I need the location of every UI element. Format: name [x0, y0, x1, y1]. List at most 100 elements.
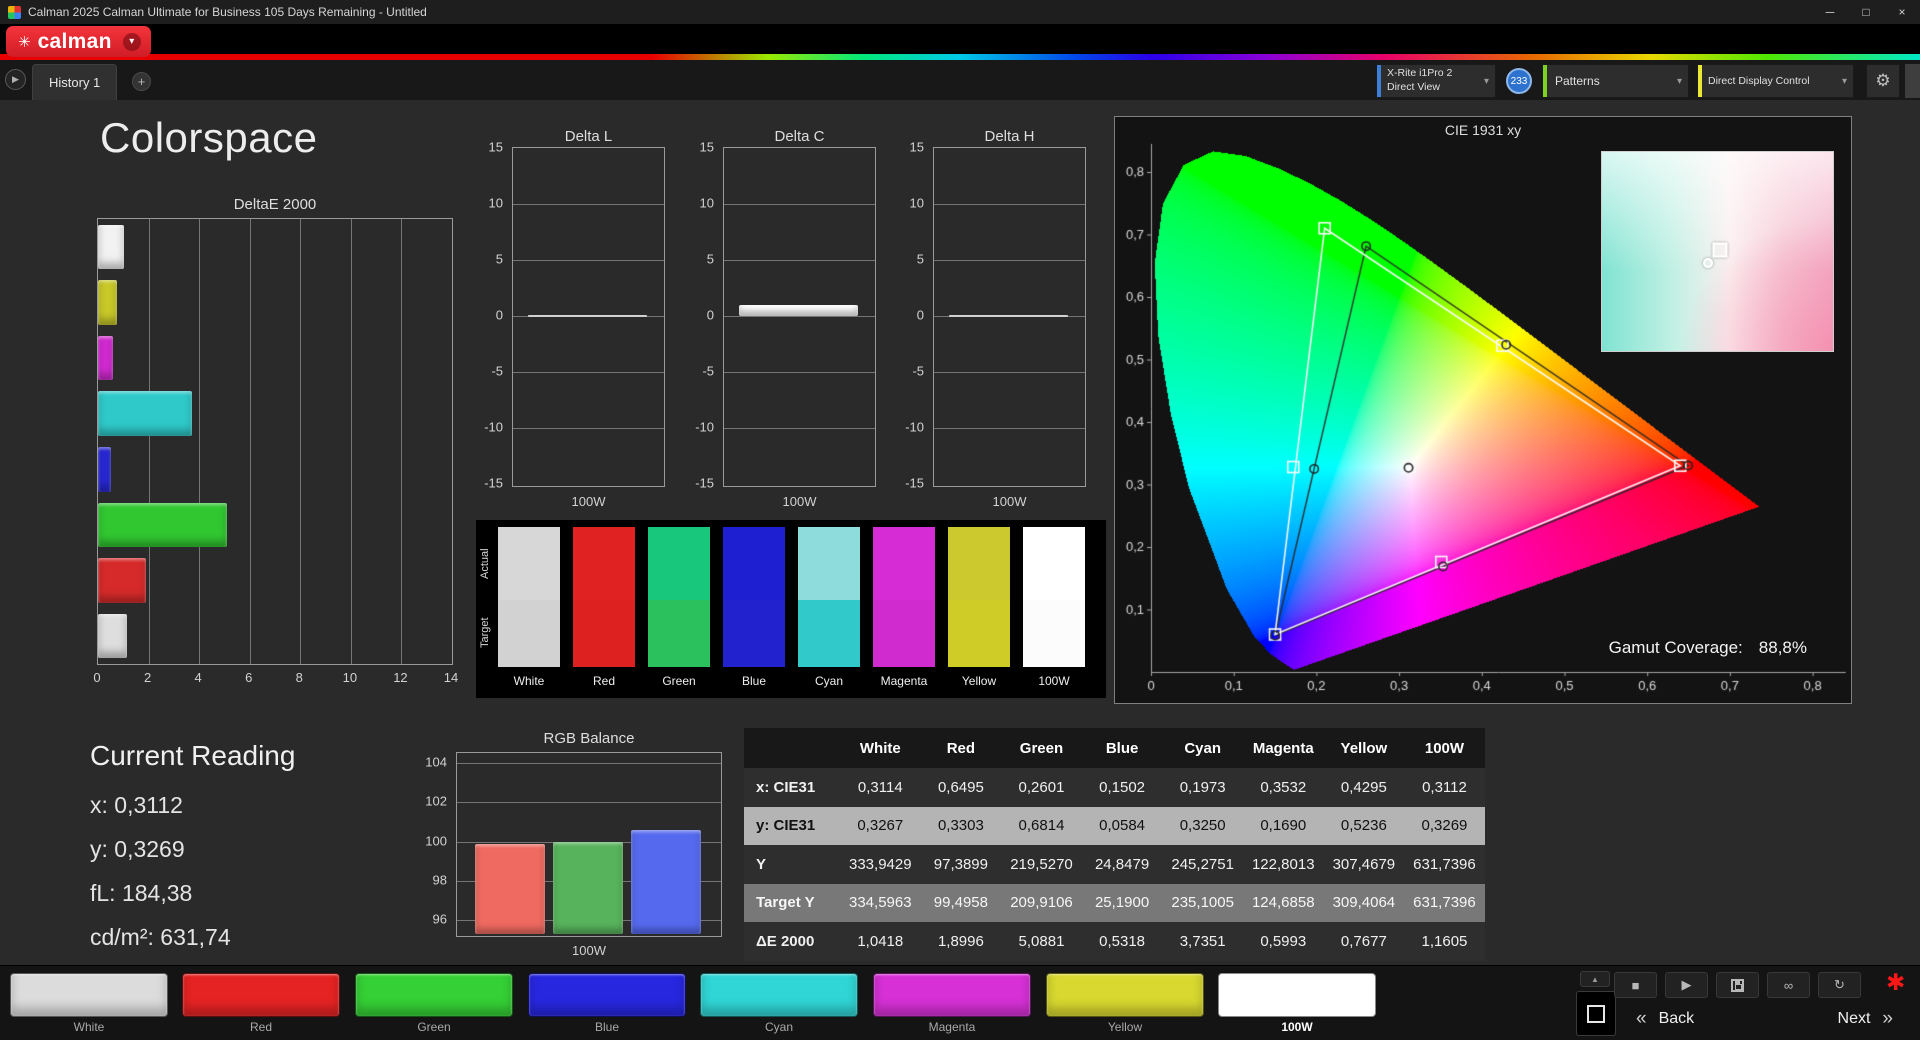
- settings-gear-button[interactable]: ⚙: [1866, 64, 1900, 98]
- table-row-y[interactable]: Y 333,9429 97,3899 219,5270 24,8479 245,2751 1…: [744, 845, 1485, 884]
- deltae-x-axis: 0 2 4 6 8 10 12 14: [93, 670, 458, 686]
- deltae-bar-blue: [98, 447, 112, 492]
- calman-menu-button[interactable]: ✳ calman ▾: [6, 26, 151, 57]
- session-alert-icon[interactable]: ✱: [1886, 969, 1905, 996]
- pattern-button-red[interactable]: Red: [182, 973, 340, 1037]
- gridline: [724, 428, 875, 429]
- pattern-window-button[interactable]: [1576, 991, 1616, 1036]
- chart-title: Delta C: [774, 128, 825, 145]
- y-tick-label: 15: [699, 139, 714, 155]
- swatch-label: 100W: [1038, 674, 1070, 688]
- titlebar: Calman 2025 Calman Ultimate for Business…: [0, 0, 1920, 24]
- pattern-button-yellow[interactable]: Yellow: [1046, 973, 1204, 1037]
- swatch-column-magenta: Magenta: [873, 527, 935, 688]
- actual-swatch: [648, 527, 710, 600]
- y-tick-label: -10: [695, 419, 714, 435]
- y-tick-label: -5: [491, 363, 503, 379]
- chart-title: Delta H: [984, 128, 1035, 145]
- table-cell: 0,7677: [1340, 932, 1387, 950]
- chevron-down-icon: ▾: [1676, 75, 1682, 87]
- minimize-button[interactable]: ─: [1812, 0, 1848, 24]
- deltae-bar-cyan: [98, 391, 193, 436]
- save-button[interactable]: [1716, 972, 1759, 998]
- save-icon: [1731, 978, 1744, 992]
- meter-badge[interactable]: 233: [1506, 68, 1532, 94]
- reading-cdm2: cd/m²: 631,74: [90, 924, 231, 950]
- target-row-label: Target: [479, 617, 491, 649]
- refresh-button[interactable]: ↻: [1818, 972, 1861, 998]
- gamut-coverage-label: Gamut Coverage:: [1608, 638, 1743, 657]
- chart-title: RGB Balance: [543, 730, 635, 747]
- pattern-color: [10, 973, 168, 1017]
- close-button[interactable]: ×: [1884, 0, 1920, 24]
- patterns-selector[interactable]: Patterns ▾: [1542, 64, 1689, 98]
- table-cell: 209,9106: [1010, 894, 1073, 912]
- table-column-header: Yellow: [1340, 739, 1388, 757]
- restore-button[interactable]: □: [1848, 0, 1884, 24]
- edge-panel-button[interactable]: [1905, 64, 1920, 98]
- table-cell: 97,3899: [933, 855, 988, 873]
- pattern-button-white[interactable]: White: [10, 973, 168, 1037]
- gridline: [350, 219, 352, 664]
- y-tick-label: -15: [484, 475, 503, 491]
- back-button[interactable]: « Back: [1636, 1004, 1754, 1034]
- actual-swatch: [798, 527, 860, 600]
- gridline: [249, 219, 251, 664]
- actual-swatch: [723, 527, 785, 600]
- y-tick-label: 0: [916, 307, 924, 323]
- tab-history-1[interactable]: History 1: [32, 64, 118, 100]
- reading-fl: fL: 184,38: [90, 880, 193, 906]
- flyout-button[interactable]: ▶: [5, 69, 26, 90]
- table-row-target-y[interactable]: Target Y 334,5963 99,4958 209,9106 25,1900 23…: [744, 883, 1485, 922]
- gridline: [457, 762, 721, 764]
- stop-button[interactable]: ■: [1614, 972, 1657, 998]
- link-button[interactable]: ∞: [1767, 972, 1810, 998]
- pattern-button-green[interactable]: Green: [355, 973, 513, 1037]
- table-cell: 0,5318: [1099, 932, 1146, 950]
- display-control-selector[interactable]: Direct Display Control ▾: [1697, 64, 1854, 98]
- table-cell: 3,7351: [1179, 932, 1226, 950]
- table-cell: 0,3532: [1260, 778, 1307, 796]
- table-row--e-2000[interactable]: ΔE 2000 1,0418 1,8996 5,0881 0,5318 3,7351 0,5…: [744, 922, 1485, 961]
- pattern-button-label: Magenta: [928, 1020, 976, 1034]
- rgb-plot-area: [456, 752, 722, 937]
- table-row-y-cie31[interactable]: y: CIE31 0,3267 0,3303 0,6814 0,0584 0,3250 0,…: [744, 806, 1485, 845]
- pattern-button-magenta[interactable]: Magenta: [873, 973, 1031, 1037]
- y-axis: 15 10 5 0 -5 -10 -15: [687, 140, 718, 491]
- chevron-down-icon: ▾: [1483, 75, 1489, 87]
- back-chevrons-icon: «: [1636, 1008, 1647, 1029]
- swatch-label: White: [513, 674, 545, 688]
- whitepoint-inset: [1601, 151, 1834, 352]
- play-button[interactable]: ▶: [1665, 972, 1708, 998]
- pattern-button-blue[interactable]: Blue: [528, 973, 686, 1037]
- window-controls: ─ □ ×: [1812, 0, 1920, 24]
- y-tick-label: 96: [432, 911, 447, 927]
- table-row-x-cie31[interactable]: x: CIE31 0,3114 0,6495 0,2601 0,1502 0,1973 0,…: [744, 768, 1485, 807]
- rgb-bar-red: [475, 843, 545, 934]
- collapse-panel-button[interactable]: ▲: [1580, 971, 1610, 987]
- table-cell: 0,5993: [1260, 932, 1307, 950]
- pattern-button-cyan[interactable]: Cyan: [700, 973, 858, 1037]
- current-reading-title: Current Reading: [90, 740, 296, 771]
- swatch-label: Green: [662, 674, 696, 688]
- table-column-header: 100W: [1424, 739, 1465, 757]
- y-tick-label: 0: [706, 307, 714, 323]
- chart-title: Delta L: [564, 128, 613, 145]
- stop-icon: ■: [1631, 977, 1640, 993]
- next-button[interactable]: Next »: [1775, 1004, 1893, 1034]
- table-cell: 0,2601: [1018, 778, 1065, 796]
- tab-label: History 1: [49, 75, 101, 90]
- page-title: Colorspace: [100, 114, 318, 161]
- add-tab-button[interactable]: +: [132, 72, 151, 91]
- logo-dropdown-icon[interactable]: ▾: [122, 32, 141, 51]
- actual-swatch: [873, 527, 935, 600]
- y-tick-label: 100: [425, 833, 447, 849]
- table-cell: 0,1502: [1099, 778, 1146, 796]
- actual-row-label: Actual: [479, 548, 491, 580]
- pattern-button-100w[interactable]: 100W: [1218, 973, 1376, 1037]
- x-tick-label: 6: [245, 670, 253, 685]
- gridline: [724, 260, 875, 261]
- gridline: [724, 204, 875, 205]
- meter-selector[interactable]: X-Rite i1Pro 2 Direct View ▾: [1376, 64, 1496, 98]
- table-cell: 0,0584: [1099, 817, 1146, 835]
